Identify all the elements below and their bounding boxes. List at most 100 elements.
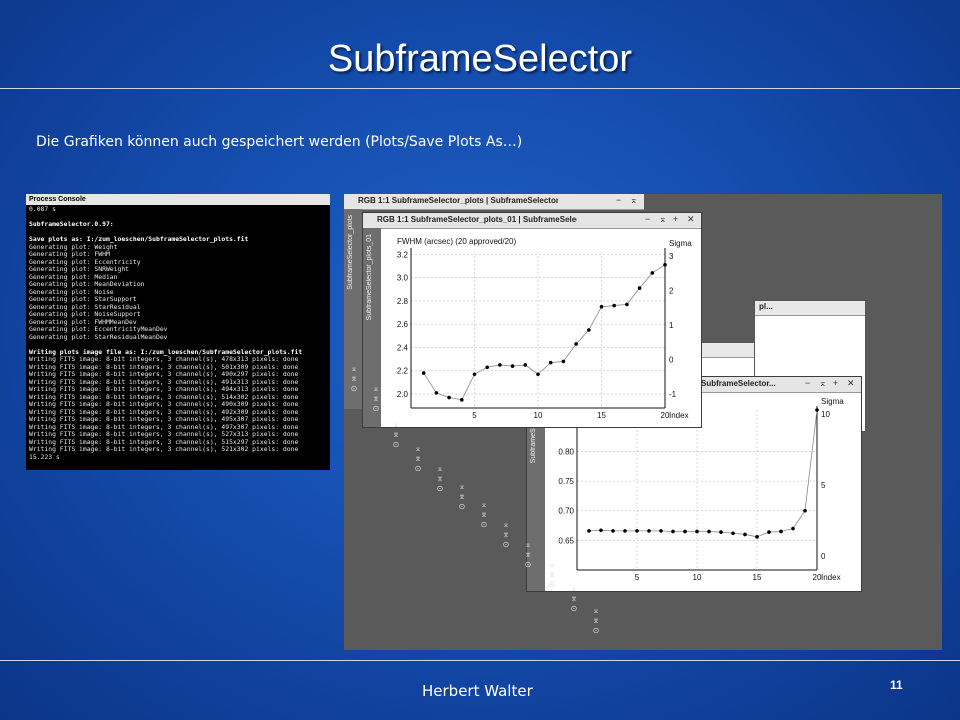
y-tick-label: 0.80 [558, 447, 574, 456]
x-tick-label: 10 [693, 573, 702, 582]
console-line: Generating plot: StarResidualMeanDev [29, 333, 168, 341]
sigma-axis-label: Sigma [821, 397, 844, 406]
data-point [587, 328, 591, 332]
front-window-title: RGB 1:1 SubframeSelector_plots_01 | Subf… [377, 215, 577, 224]
window-icons-strip[interactable]: ⌅ ⌆ ⊙ [498, 520, 514, 550]
plot-window-front[interactable]: RGB 1:1 SubframeSelector_plots_01 | Subf… [362, 212, 702, 428]
data-point [637, 286, 642, 290]
data-point [755, 535, 759, 539]
console-line: 15.223 s [29, 453, 60, 461]
plots-window-title: RGB 1:1 SubframeSelector_plots | Subfram… [358, 196, 558, 205]
x-tick-label: 15 [597, 411, 606, 420]
sigma-tick-label: 10 [821, 410, 830, 419]
console-line: Generating plot: StarSupport [29, 296, 137, 303]
maximize-icon[interactable]: + [673, 214, 678, 224]
console-line: Writing FITS image: 8-bit integers, 3 ch… [29, 446, 299, 453]
console-line: Writing FITS image: 8-bit integers, 3 ch… [29, 356, 299, 363]
console-line: Generating plot: Eccentricity [29, 258, 141, 266]
sigma-tick-label: 1 [669, 321, 674, 330]
maximize-icon[interactable]: + [833, 378, 838, 388]
console-title: Process Console [26, 194, 330, 205]
shade-icon[interactable]: ⌅ [819, 378, 827, 389]
data-point [647, 529, 651, 533]
window-icons-strip[interactable]: ⌅ ⌆ ⊙ [520, 540, 536, 570]
footer-divider [0, 660, 960, 661]
minimize-icon[interactable]: − [805, 378, 810, 388]
console-line: Generating plot: Weight [29, 243, 118, 251]
data-point [510, 364, 515, 368]
console-line: Writing plots image file as: I:/zum_loes… [29, 348, 303, 356]
window-icons-strip[interactable]: ⌅ ⌆ ⊙ [432, 464, 448, 494]
y-tick-label: 0.70 [558, 507, 574, 516]
console-line: Writing FITS image: 8-bit integers, 3 ch… [29, 393, 299, 401]
console-line: Generating plot: SNRWeight [29, 266, 130, 273]
data-point [548, 360, 553, 365]
data-point [421, 371, 426, 375]
close-icon[interactable]: ✕ [847, 378, 855, 389]
minimize-icon[interactable]: − [645, 214, 650, 224]
plots-window-side-label: SubframeSelector_plots [347, 215, 354, 290]
mid-window-title: SubframeSelector... [701, 379, 776, 388]
data-point [815, 408, 819, 412]
sigma-axis-label: Sigma [669, 239, 692, 248]
data-point [625, 302, 629, 307]
data-point [587, 529, 591, 533]
window-icons-strip[interactable]: ⌅ ⌆ ⊙ [566, 584, 582, 614]
sigma-tick-label: -1 [669, 390, 677, 399]
window-icons-strip[interactable]: ⌅ ⌆ ⊙ [544, 560, 560, 590]
data-point [472, 372, 477, 377]
x-tick-label: 5 [635, 573, 640, 582]
window-icons-strip[interactable]: ⌅ ⌆ ⊙ [346, 364, 362, 394]
console-line: Generating plot: FWHMMeanDev [29, 318, 137, 326]
console-line: Writing FITS image: 8-bit integers, 3 ch… [29, 423, 299, 431]
data-point [434, 391, 439, 395]
data-point [611, 529, 615, 533]
y-tick-label: 0.75 [558, 477, 574, 486]
data-point [731, 531, 735, 536]
minimize-icon[interactable]: − [616, 195, 621, 205]
window-icons-strip[interactable]: ⌅ ⌆ ⊙ [476, 500, 492, 530]
console-line: Generating plot: Noise [29, 288, 114, 296]
data-point [599, 304, 604, 309]
shade-icon[interactable]: ⌅ [630, 195, 638, 206]
x-axis-label: Index [821, 573, 841, 582]
console-line: Generating plot: FWHM [29, 251, 110, 258]
partial-window-title: pl... [759, 302, 773, 311]
data-point [485, 365, 489, 370]
window-icons-strip[interactable]: ⌅ ⌆ ⊙ [388, 420, 404, 450]
page-number: 11 [890, 678, 903, 692]
window-icons-strip[interactable]: ⌅ ⌆ ⊙ [454, 482, 470, 512]
data-point [707, 529, 711, 534]
window-icons-strip[interactable]: ⌅ ⌆ ⊙ [410, 444, 426, 474]
sigma-tick-label: 0 [669, 356, 674, 365]
series-line [423, 264, 666, 401]
slide-title: SubframeSelector [327, 38, 633, 80]
console-line: Writing FITS image: 8-bit integers, 3 ch… [29, 416, 299, 423]
console-line: Writing FITS image: 8-bit integers, 3 ch… [29, 363, 299, 371]
console-line: Generating plot: Median [29, 273, 118, 281]
data-point [719, 530, 723, 534]
window-icons-strip[interactable]: ⌅ ⌆ ⊙ [588, 606, 604, 636]
data-point [599, 528, 603, 533]
close-icon[interactable]: ✕ [687, 214, 695, 225]
data-point [623, 529, 627, 533]
author-name: Herbert Walter [422, 682, 533, 700]
y-tick-label: 2.4 [397, 343, 409, 352]
x-tick-label: 10 [534, 411, 543, 420]
data-point [779, 529, 783, 534]
console-line: Generating plot: StarResidual [29, 303, 141, 311]
data-point [523, 363, 528, 367]
shade-icon[interactable]: ⌅ [659, 214, 667, 225]
data-point [659, 529, 663, 533]
sigma-tick-label: 0 [821, 552, 826, 561]
data-point [561, 359, 566, 364]
console-line: Generating plot: EccentricityMeanDev [29, 326, 168, 333]
data-point [460, 398, 464, 402]
sigma-tick-label: 2 [669, 287, 674, 296]
window-icons-strip[interactable]: ⌅ ⌆ ⊙ [368, 384, 384, 414]
sigma-tick-label: 5 [821, 481, 826, 490]
process-console: Process Console 0.087 s SubframeSelector.… [26, 194, 330, 470]
data-point [791, 526, 795, 531]
